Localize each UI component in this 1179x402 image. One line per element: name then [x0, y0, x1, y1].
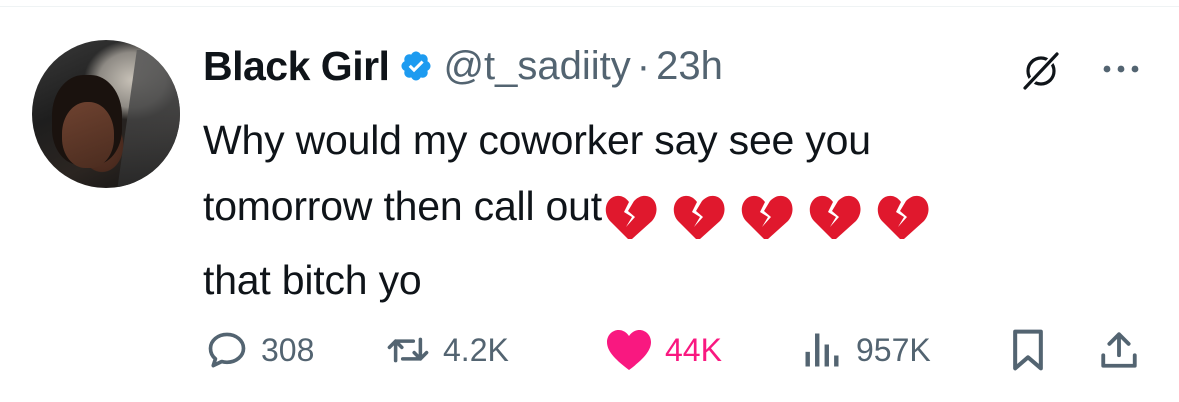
broken-heart-icon — [672, 193, 726, 241]
emoji-group — [602, 181, 930, 247]
tweet-timestamp[interactable]: 23h — [656, 44, 723, 89]
broken-heart-icon — [604, 193, 658, 241]
verified-badge-icon[interactable] — [399, 49, 433, 83]
broken-heart-icon — [808, 193, 862, 241]
reply-button[interactable]: 308 — [205, 325, 314, 375]
tweet-text-segment: tomorrow then call out — [203, 183, 602, 229]
retweet-icon — [387, 337, 429, 363]
tweet-text-line: Why would my coworker say see you — [203, 117, 871, 163]
retweet-button[interactable]: 4.2K — [385, 325, 509, 375]
avatar-face — [62, 102, 114, 168]
avatar-background — [117, 50, 180, 188]
views-button[interactable]: 957K — [800, 325, 931, 375]
author-handle[interactable]: @t_sadiity — [443, 44, 630, 89]
like-count: 44K — [665, 331, 722, 368]
top-divider — [0, 6, 1179, 7]
heart-icon — [607, 330, 651, 370]
analytics-icon — [805, 333, 839, 367]
tweet-header: Black Girl @t_sadiity · 23h — [203, 40, 723, 92]
bookmark-icon — [1013, 329, 1043, 371]
action-bar: 308 4.2K 44K 957K — [200, 325, 1150, 375]
broken-heart-icon — [740, 193, 794, 241]
tweet-text: Why would my coworker say see you tomorr… — [203, 107, 1133, 313]
reply-count: 308 — [261, 331, 315, 368]
tweet-text-line: that bitch yo — [203, 257, 422, 303]
bookmark-button[interactable] — [1008, 325, 1048, 375]
tweet-text-line: tomorrow then call out — [203, 173, 1133, 247]
reply-icon — [208, 332, 246, 368]
broken-heart-icon — [876, 193, 930, 241]
author-name[interactable]: Black Girl — [203, 43, 390, 90]
share-button[interactable] — [1098, 325, 1140, 375]
like-button[interactable]: 44K — [605, 325, 722, 375]
avatar[interactable] — [32, 40, 180, 188]
grok-icon[interactable] — [1020, 50, 1062, 92]
more-options-icon[interactable] — [1100, 62, 1142, 76]
views-count: 957K — [856, 331, 931, 368]
retweet-count: 4.2K — [443, 331, 509, 368]
share-icon — [1101, 332, 1137, 368]
separator-dot: · — [636, 43, 651, 88]
